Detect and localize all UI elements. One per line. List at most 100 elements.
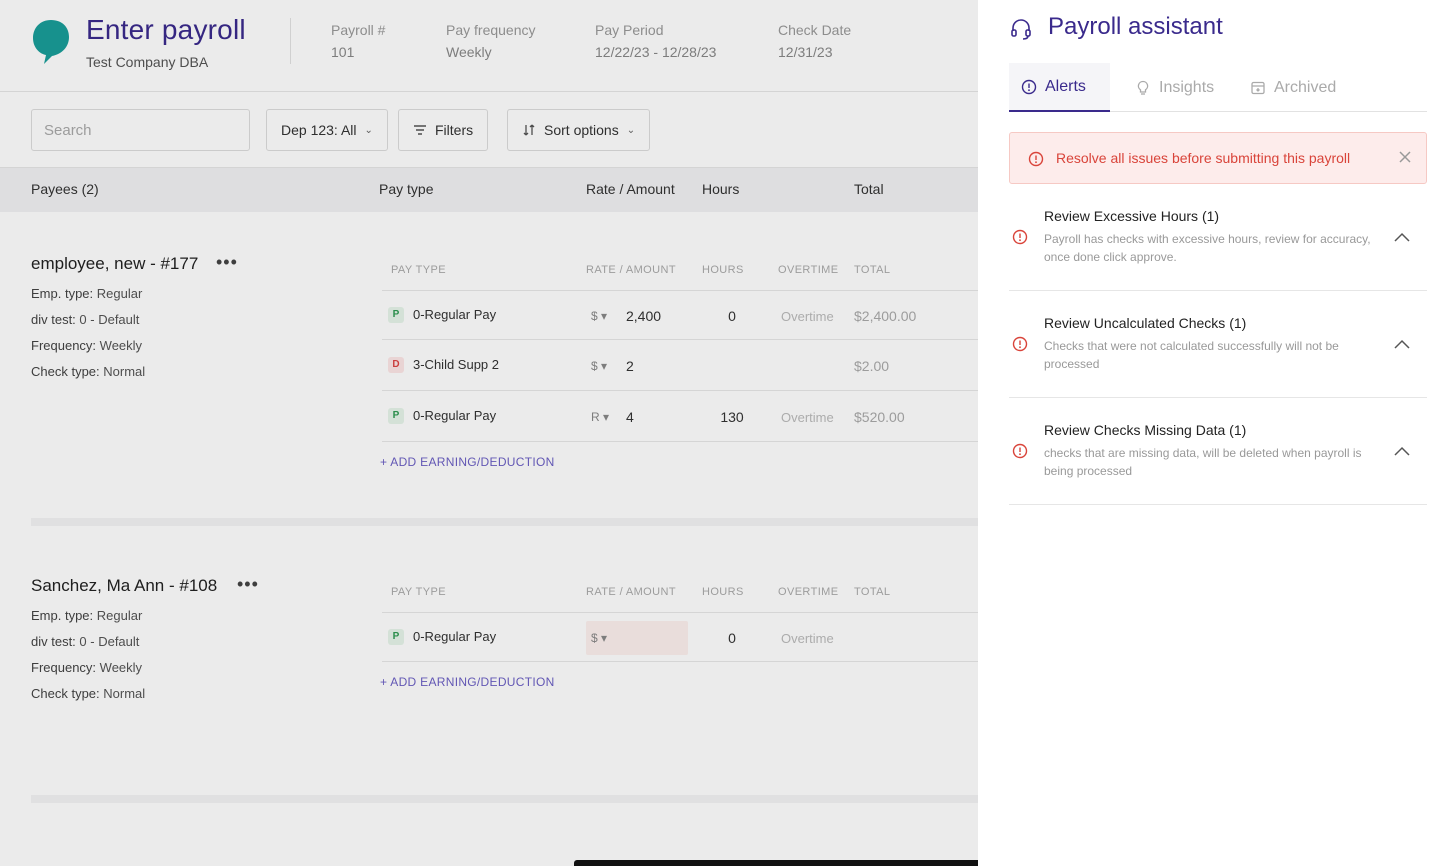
issue-item[interactable]: Review Checks Missing Data (1) checks th… [1009, 398, 1427, 505]
payroll-assistant-panel: Payroll assistant Alerts Insights Archiv… [978, 0, 1453, 866]
pay-row: D 3-Child Supp 2 $ ▾ 2 $2.00 [382, 341, 978, 391]
chevron-up-icon[interactable] [1393, 231, 1411, 243]
sort-icon [523, 124, 535, 136]
add-earning-deduction-link[interactable]: + ADD EARNING/DEDUCTION [380, 455, 555, 469]
hours-input[interactable]: 0 [712, 308, 752, 324]
tab-insights[interactable]: Insights [1123, 63, 1226, 112]
emp-type: Emp. type: Regular [31, 286, 142, 301]
toolbar: Dep 123: All ⌄ Filters Sort options ⌄ [0, 92, 978, 168]
col-rate[interactable]: Rate / Amount [586, 181, 675, 197]
subcol-total: TOTAL [854, 586, 891, 598]
meta-value: Weekly [446, 44, 492, 60]
pay-type-name[interactable]: 3-Child Supp 2 [413, 357, 499, 372]
employee-name[interactable]: Sanchez, Ma Ann - #108 [31, 576, 217, 596]
subcol-rate: RATE / AMOUNT [586, 264, 676, 276]
chevron-down-icon: ⌄ [626, 124, 636, 136]
meta-value: 12/31/23 [778, 44, 833, 60]
label: div test: [31, 634, 76, 649]
subcol-rate: RATE / AMOUNT [586, 586, 676, 598]
lightbulb-icon [1137, 80, 1149, 95]
value: 0 - Default [79, 312, 140, 327]
department-dropdown[interactable]: Dep 123: All ⌄ [266, 109, 388, 151]
add-earning-deduction-link[interactable]: + ADD EARNING/DEDUCTION [380, 675, 555, 689]
row-total: $520.00 [854, 409, 905, 425]
value: Regular [96, 608, 143, 623]
filters-button[interactable]: Filters [398, 109, 489, 151]
table-column-header: Payees (2) Pay type Rate / Amount Hours … [0, 168, 978, 212]
col-payees[interactable]: Payees (2) [31, 181, 99, 197]
more-options-icon[interactable]: ••• [216, 252, 238, 273]
subcol-overtime: OVERTIME [778, 586, 839, 598]
col-total[interactable]: Total [854, 181, 884, 197]
meta-pay-period: Pay Period 12/22/23 - 12/28/23 [595, 22, 716, 60]
more-options-icon[interactable]: ••• [237, 574, 259, 595]
alert-circle-icon [1012, 336, 1028, 352]
rate-input[interactable]: 4 [626, 409, 634, 425]
label: div test: [31, 312, 76, 327]
meta-label: Payroll # [331, 22, 386, 38]
assistant-tabs: Alerts Insights Archived [1009, 63, 1427, 112]
chevron-down-icon: ⌄ [364, 124, 373, 136]
emp-check-type: Check type: Normal [31, 364, 145, 379]
chevron-up-icon[interactable] [1393, 445, 1411, 457]
banner-text: Resolve all issues before submitting thi… [1056, 150, 1351, 166]
subcol-pay-type: PAY TYPE [391, 586, 446, 598]
pay-badge: P [388, 307, 404, 323]
meta-payroll-number: Payroll # 101 [331, 22, 385, 60]
chevron-up-icon[interactable] [1393, 338, 1411, 350]
search-input[interactable] [31, 109, 250, 151]
rate-input[interactable]: 2,400 [626, 308, 661, 324]
subcol-hours: HOURS [702, 264, 744, 276]
value: 0 - Default [79, 634, 140, 649]
sort-options-dropdown[interactable]: Sort options ⌄ [507, 109, 651, 151]
tab-alerts[interactable]: Alerts [1009, 63, 1110, 112]
tab-archived[interactable]: Archived [1238, 63, 1348, 112]
label: Check type: [31, 364, 100, 379]
meta-value: 12/22/23 - 12/28/23 [595, 44, 717, 60]
col-pay-type[interactable]: Pay type [379, 181, 433, 197]
filters-label: Filters [435, 122, 474, 138]
label: Emp. type: [31, 286, 94, 301]
issue-title: Review Uncalculated Checks (1) [1044, 315, 1247, 331]
close-icon[interactable] [1398, 150, 1412, 164]
meta-label: Pay frequency [446, 22, 536, 38]
alert-circle-icon [1012, 229, 1028, 245]
issue-item[interactable]: Review Uncalculated Checks (1) Checks th… [1009, 291, 1427, 398]
issue-title: Review Excessive Hours (1) [1044, 208, 1220, 224]
issue-description: checks that are missing data, will be de… [1044, 446, 1362, 478]
emp-frequency: Frequency: Weekly [31, 338, 142, 353]
pay-row: P 0-Regular Pay $ ▾ 2,400 0 Overtime $2,… [382, 290, 978, 340]
pay-row: P 0-Regular Pay R ▾ 4 130 Overtime $520.… [382, 392, 978, 442]
rate-unit-select[interactable]: $ ▾ [591, 309, 607, 323]
rate-unit-select[interactable]: R ▾ [591, 410, 609, 424]
overtime-input[interactable]: Overtime [781, 309, 834, 324]
meta-value: 101 [331, 44, 355, 60]
subcol-overtime: OVERTIME [778, 264, 839, 276]
hours-input[interactable]: 130 [712, 409, 752, 425]
row-total: $2,400.00 [854, 308, 917, 324]
employee-name[interactable]: employee, new - #177 [31, 254, 198, 274]
employee-separator [31, 795, 978, 803]
overtime-input[interactable]: Overtime [781, 631, 834, 646]
label: Check type: [31, 686, 100, 701]
filter-icon [414, 125, 426, 135]
panel-title: Payroll assistant [1048, 13, 1223, 40]
value: Regular [96, 286, 143, 301]
pay-badge: P [388, 408, 404, 424]
emp-div: div test: 0 - Default [31, 634, 139, 649]
hours-input[interactable]: 0 [712, 630, 752, 646]
pay-type-name[interactable]: 0-Regular Pay [413, 629, 496, 644]
pay-type-name[interactable]: 0-Regular Pay [413, 408, 496, 423]
headset-icon [1011, 19, 1031, 40]
rate-unit-select[interactable]: $ ▾ [591, 359, 607, 373]
pay-type-name[interactable]: 0-Regular Pay [413, 307, 496, 322]
emp-div: div test: 0 - Default [31, 312, 139, 327]
archive-icon [1251, 81, 1265, 94]
meta-label: Pay Period [595, 22, 664, 38]
col-hours[interactable]: Hours [702, 181, 739, 197]
rate-unit-select[interactable]: $ ▾ [591, 631, 607, 645]
page-header: Enter payroll Test Company DBA Payroll #… [0, 0, 978, 92]
rate-input[interactable]: 2 [626, 358, 634, 374]
overtime-input[interactable]: Overtime [781, 410, 834, 425]
issue-item[interactable]: Review Excessive Hours (1) Payroll has c… [1009, 184, 1427, 291]
